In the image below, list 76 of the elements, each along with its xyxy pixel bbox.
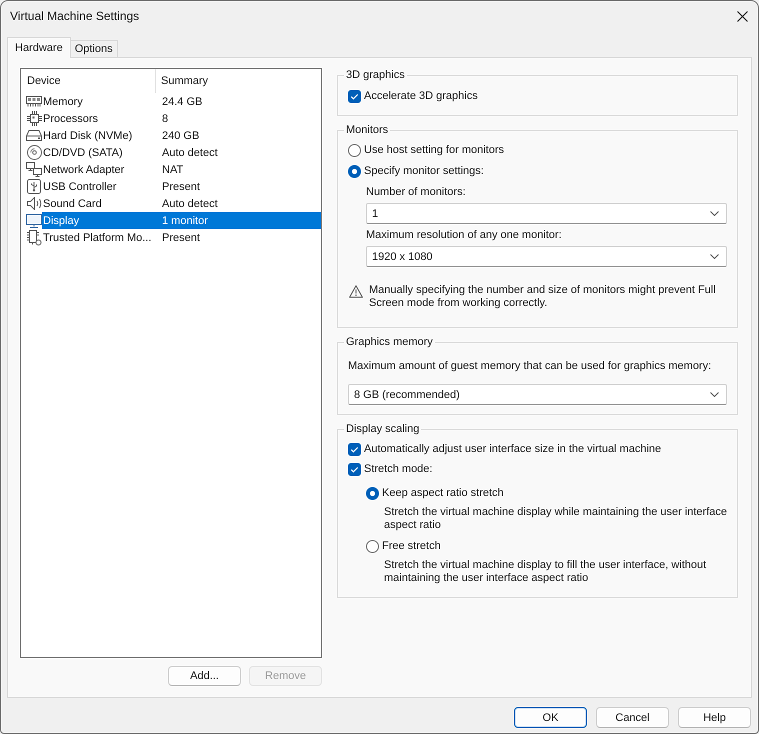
device-name: Network Adapter	[43, 162, 126, 176]
device-name: Display	[43, 214, 80, 228]
checkbox-label: Accelerate 3D graphics	[364, 89, 478, 103]
group-title: Display scaling	[345, 422, 420, 436]
device-name: Trusted Platform Mo...	[43, 230, 152, 244]
checkbox[interactable]	[348, 462, 361, 476]
group-title: Graphics memory	[345, 335, 434, 349]
window-title: Virtual Machine Settings	[10, 9, 140, 24]
warning-text: Manually specifying the number and size of monitors might prevent Full Screen mode from working correctly.	[369, 284, 717, 310]
checkbox-label: Stretch mode:	[364, 462, 432, 476]
radio-label: Keep aspect ratio stretch	[382, 486, 504, 500]
device-name: Processors	[43, 112, 100, 126]
device-name: Hard Disk (NVMe)	[43, 128, 134, 142]
device-row[interactable]: CD/DVD (SATA) Auto detect	[21, 144, 321, 161]
hard-drive-icon	[26, 130, 42, 141]
checkbox[interactable]	[348, 90, 361, 102]
device-summary: 8	[162, 112, 168, 126]
disc-icon	[26, 145, 42, 160]
group-title: 3D graphics	[345, 68, 406, 82]
device-row[interactable]: Processors 8	[21, 110, 321, 127]
device-summary: 24.4 GB	[162, 94, 202, 108]
graphics-memory-dropdown[interactable]: 8 GB (recommended)	[348, 384, 727, 405]
device-summary: Present	[162, 180, 200, 194]
device-summary: NAT	[162, 162, 184, 176]
close-icon[interactable]	[737, 11, 748, 22]
column-header[interactable]: Summary	[156, 69, 321, 93]
cancel-button[interactable]: Cancel	[596, 707, 669, 728]
radio-button[interactable]	[366, 486, 379, 500]
device-row[interactable]: Network Adapter NAT	[21, 161, 321, 178]
radio-label: Free stretch	[382, 539, 441, 553]
device-row[interactable]: Hard Disk (NVMe) 240 GB	[21, 127, 321, 144]
monitor-icon	[26, 214, 42, 228]
checkbox-label: Automatically adjust user interface size in the virtual machine	[364, 442, 662, 456]
device-summary: Auto detect	[162, 196, 218, 210]
tab[interactable]: Hardware	[7, 37, 71, 58]
device-name: CD/DVD (SATA)	[43, 146, 124, 160]
resolution-dropdown[interactable]: 1920 x 1080	[366, 246, 727, 267]
device-summary: Auto detect	[162, 146, 218, 160]
chevron-down-icon	[710, 254, 719, 259]
processor-chip-icon	[26, 111, 42, 126]
ok-button[interactable]: OK	[514, 707, 587, 728]
field-label: Maximum amount of guest memory that can be used for graphics memory:	[348, 359, 712, 373]
add-button[interactable]: Add...	[168, 666, 241, 686]
help-button[interactable]: Help	[678, 707, 751, 728]
field-label: Number of monitors:	[366, 185, 467, 199]
device-row[interactable]: Trusted Platform Mo... Present	[21, 229, 321, 246]
tab[interactable]: Options	[70, 40, 118, 57]
checkbox[interactable]	[348, 442, 361, 456]
warning-icon	[349, 285, 363, 298]
radio-label: Use host setting for monitors	[364, 143, 504, 157]
radio-label: Specify monitor settings:	[364, 164, 484, 178]
radio-button[interactable]	[366, 540, 379, 552]
network-computers-icon	[26, 162, 42, 177]
option-description: Stretch the virtual machine display to fill the user interface, without maintaining the user interface aspect ratio	[384, 559, 708, 585]
monitor-count-dropdown[interactable]: 1	[366, 203, 727, 224]
device-summary: 1 monitor	[162, 214, 208, 228]
device-name: Sound Card	[43, 196, 103, 210]
field-label: Maximum resolution of any one monitor:	[366, 228, 563, 242]
device-row[interactable]: USB Controller Present	[21, 178, 321, 195]
group-title: Monitors	[345, 123, 390, 137]
device-row[interactable]: Sound Card Auto detect	[21, 195, 321, 212]
radio-button[interactable]	[348, 144, 361, 156]
device-row[interactable]: Memory 24.4 GB	[21, 93, 321, 110]
chevron-down-icon	[710, 211, 719, 216]
memory-module-icon	[26, 96, 42, 107]
device-name: Memory	[43, 94, 84, 108]
device-name: USB Controller	[43, 180, 118, 194]
column-header[interactable]: Device	[21, 69, 156, 93]
speaker-icon	[26, 197, 42, 210]
radio-button[interactable]	[348, 164, 361, 178]
chip-key-icon	[26, 230, 42, 246]
option-description: Stretch the virtual machine display while maintaining the user interface aspect ratio	[384, 506, 727, 532]
usb-icon	[27, 179, 41, 194]
device-summary: Present	[162, 230, 200, 244]
chevron-down-icon	[710, 392, 719, 397]
device-summary: 240 GB	[162, 128, 200, 142]
